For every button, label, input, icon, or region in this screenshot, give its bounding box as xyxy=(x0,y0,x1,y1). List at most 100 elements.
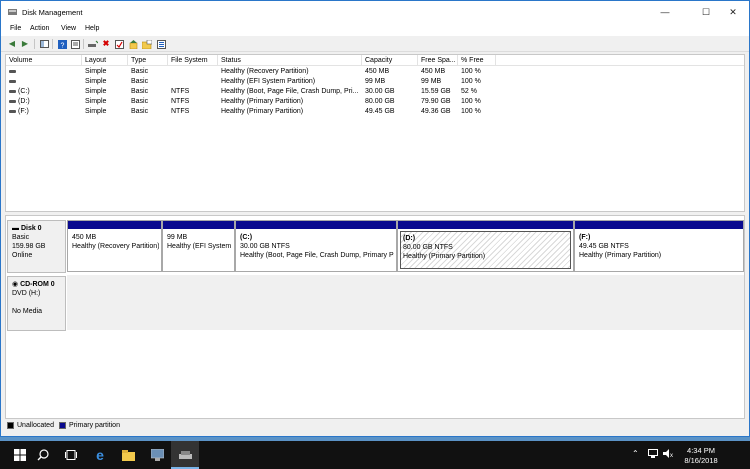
file-system-cell: NTFS xyxy=(171,98,190,105)
primary-partition-bar xyxy=(163,221,234,229)
minimize-button[interactable]: — xyxy=(648,1,682,23)
file-system-cell xyxy=(168,77,218,87)
type-cell: Basic xyxy=(131,98,149,105)
chevron-up-icon[interactable]: ⌃ xyxy=(632,449,639,458)
forward-arrow-icon[interactable]: ▶ xyxy=(20,39,30,49)
legend-primary: Primary partition xyxy=(59,422,120,429)
free-space-cell: 15.59 GB xyxy=(421,88,451,95)
type-cell: Basic xyxy=(131,68,149,75)
file-explorer-icon[interactable] xyxy=(114,441,142,469)
taskbar: e ⌃ x 4:34 PM 8/16/2018 xyxy=(0,441,750,469)
menu-bar: File Action View Help xyxy=(1,23,749,36)
volume-row[interactable]: Simple Basic Healthy (EFI System Partiti… xyxy=(6,77,744,87)
volume-row[interactable]: (F:) Simple Basic NTFS Healthy (Primary … xyxy=(6,107,744,117)
status-cell: Healthy (EFI System Partition) xyxy=(221,78,316,85)
cdrom-0-row: ◉ CD-ROM 0 DVD (H:) No Media xyxy=(6,275,744,332)
partition-size: 49.45 GB NTFS xyxy=(579,243,629,250)
partition-status: Healthy (Boot, Page File, Crash Dump, Pr… xyxy=(240,252,394,259)
cdrom-0-label[interactable]: ◉ CD-ROM 0 DVD (H:) No Media xyxy=(7,276,66,331)
folder-icon[interactable] xyxy=(142,39,152,49)
toolbar-separator xyxy=(83,39,84,49)
cdrom-icon: ◉ xyxy=(12,281,19,288)
partition-f[interactable]: (F:) 49.45 GB NTFS Healthy (Primary Part… xyxy=(574,220,744,272)
partition-recovery[interactable]: 450 MB Healthy (Recovery Partition) xyxy=(67,220,162,272)
menu-help[interactable]: Help xyxy=(85,25,99,32)
title-bar[interactable]: Disk Management — ☐ ✕ xyxy=(1,1,749,23)
primary-partition-bar xyxy=(575,221,743,229)
column-header-percent-free[interactable]: % Free xyxy=(458,55,496,66)
column-header-status[interactable]: Status xyxy=(218,55,362,66)
partition-size: 99 MB xyxy=(167,234,188,241)
search-icon[interactable] xyxy=(29,441,57,469)
check-icon[interactable] xyxy=(114,39,124,49)
partition-d[interactable]: (D:) 80.00 GB NTFS Healthy (Primary Part… xyxy=(397,220,574,272)
layout-cell: Simple xyxy=(85,88,107,95)
volume-row[interactable]: (D:) Simple Basic NTFS Healthy (Primary … xyxy=(6,97,744,107)
primary-swatch xyxy=(59,422,66,429)
drive-icon xyxy=(9,109,16,113)
server-manager-icon[interactable] xyxy=(143,441,171,469)
taskbar-clock[interactable]: 4:34 PM 8/16/2018 xyxy=(676,446,726,466)
clock-date: 8/16/2018 xyxy=(684,456,718,465)
settings-list-icon[interactable] xyxy=(156,39,166,49)
network-icon[interactable] xyxy=(648,449,658,460)
column-header-capacity[interactable]: Capacity xyxy=(362,55,418,66)
column-header-type[interactable]: Type xyxy=(128,55,168,66)
window-title: Disk Management xyxy=(22,8,83,17)
properties-icon[interactable] xyxy=(70,39,80,49)
capacity-cell: 99 MB xyxy=(365,78,386,85)
layout-cell: Simple xyxy=(85,78,107,85)
toolbar-separator xyxy=(52,39,53,49)
capacity-cell: 80.00 GB xyxy=(365,98,395,105)
volume-row[interactable]: Simple Basic Healthy (Recovery Partition… xyxy=(6,67,744,77)
disk-size: 159.98 GB xyxy=(12,243,46,250)
menu-view[interactable]: View xyxy=(61,25,76,32)
capacity-cell: 49.45 GB xyxy=(365,108,395,115)
partition-size: 30.00 GB NTFS xyxy=(240,243,290,250)
help-icon[interactable]: ? xyxy=(57,39,67,49)
task-view-icon[interactable] xyxy=(57,441,85,469)
console-tree-icon[interactable] xyxy=(39,39,49,49)
back-arrow-icon[interactable]: ◀ xyxy=(7,39,17,49)
edge-icon[interactable]: e xyxy=(86,441,114,469)
file-system-cell xyxy=(168,67,218,77)
percent-free-cell: 100 % xyxy=(461,108,481,115)
connect-drive-icon[interactable] xyxy=(88,39,98,49)
layout-cell: Simple xyxy=(85,68,107,75)
partition-efi[interactable]: 99 MB Healthy (EFI System xyxy=(162,220,235,272)
partition-body-selected: (D:) 80.00 GB NTFS Healthy (Primary Part… xyxy=(400,231,571,269)
column-header-file-system[interactable]: File System xyxy=(168,55,218,66)
volume-icon[interactable]: x xyxy=(663,449,673,460)
menu-file[interactable]: File xyxy=(10,25,21,32)
type-cell: Basic xyxy=(131,108,149,115)
column-header-free-space[interactable]: Free Spa... xyxy=(418,55,458,66)
menu-action[interactable]: Action xyxy=(30,25,49,32)
free-space-cell: 49.36 GB xyxy=(421,108,451,115)
partition-label: (D:) xyxy=(403,235,416,242)
disk-management-icon[interactable] xyxy=(171,441,199,469)
close-button[interactable]: ✕ xyxy=(716,1,750,23)
primary-partition-bar xyxy=(236,221,396,229)
disk-graphical-view[interactable]: ▬ Disk 0 Basic 159.98 GB Online 450 MB H… xyxy=(5,215,745,419)
free-space-cell: 450 MB xyxy=(421,68,446,75)
rescan-icon[interactable] xyxy=(128,39,138,49)
disk-kind: Basic xyxy=(12,234,30,241)
column-header-layout[interactable]: Layout xyxy=(82,55,128,66)
layout-cell: Simple xyxy=(85,98,107,105)
partition-size: 80.00 GB NTFS xyxy=(403,244,453,251)
status-cell: Healthy (Boot, Page File, Crash Dump, Pr… xyxy=(221,88,359,95)
svg-text:?: ? xyxy=(60,42,64,49)
type-cell: Basic xyxy=(131,88,149,95)
volume-row[interactable]: (C:) Simple Basic NTFS Healthy (Boot, Pa… xyxy=(6,87,744,97)
delete-icon[interactable]: ✖ xyxy=(101,39,111,49)
partition-c[interactable]: (C:) 30.00 GB NTFS Healthy (Boot, Page F… xyxy=(235,220,397,272)
column-header-volume[interactable]: Volume xyxy=(6,55,82,66)
cdrom-name: CD-ROM 0 xyxy=(20,281,55,288)
percent-free-cell: 52 % xyxy=(461,88,477,95)
disk-management-window: Disk Management — ☐ ✕ File Action View H… xyxy=(0,0,750,437)
volume-list[interactable]: Volume Layout Type File System Status Ca… xyxy=(5,54,745,212)
legend-label: Primary partition xyxy=(69,422,120,429)
unallocated-swatch xyxy=(7,422,14,429)
disk-0-label[interactable]: ▬ Disk 0 Basic 159.98 GB Online xyxy=(7,220,66,273)
file-system-cell: NTFS xyxy=(171,88,190,95)
